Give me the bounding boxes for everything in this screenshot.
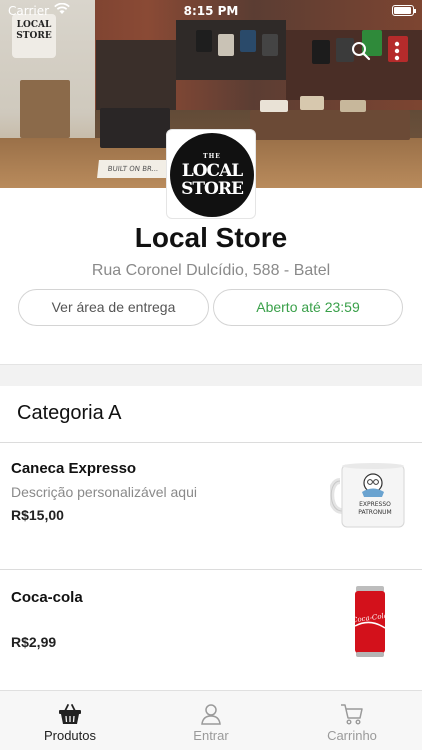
user-icon	[199, 703, 223, 725]
cover-banner: BUILT ON BR...	[97, 160, 169, 178]
logo-text-local: LOCAL	[181, 161, 243, 181]
search-button[interactable]	[348, 38, 374, 64]
store-logo: THE LOCAL STORE	[166, 129, 256, 219]
mug-print-line2: PATRONUM	[358, 509, 392, 516]
tab-bar: Produtos Entrar Carrinho	[0, 690, 422, 750]
cover-product	[340, 100, 366, 112]
tab-carrinho[interactable]: Carrinho	[282, 691, 422, 750]
product-item[interactable]: Coca-cola R$2,99 Coca-Cola	[0, 570, 422, 690]
product-name: Coca-cola	[11, 589, 83, 606]
logo-text-store: STORE	[181, 179, 244, 199]
soda-can-image: Coca-Cola	[352, 584, 388, 660]
cover-tshirt	[218, 34, 234, 56]
cover-shelf	[96, 40, 176, 110]
tab-produtos[interactable]: Produtos	[0, 691, 140, 750]
category-title: Categoria A	[17, 402, 122, 424]
tab-entrar[interactable]: Entrar	[141, 691, 281, 750]
opening-hours-badge[interactable]: Aberto até 23:59	[213, 289, 403, 326]
more-vertical-icon	[394, 41, 400, 61]
cover-tshirt	[196, 30, 212, 52]
cover-product	[300, 96, 324, 110]
product-description: Descrição personalizável aqui	[11, 484, 197, 500]
cover-tshirt	[262, 34, 278, 56]
tab-label: Carrinho	[327, 728, 377, 743]
battery-icon	[392, 5, 416, 16]
cover-counter	[100, 108, 170, 148]
cart-icon	[340, 703, 364, 725]
search-icon	[352, 42, 371, 61]
cover-table	[250, 110, 410, 140]
product-price: R$2,99	[11, 634, 57, 650]
store-name: Local Store	[134, 222, 288, 253]
status-bar: Carrier 8:15 PM	[0, 0, 422, 22]
logo-text-the: THE	[203, 153, 221, 160]
tab-label: Entrar	[193, 728, 229, 743]
cover-cabinet	[20, 80, 70, 138]
cover-tshirt	[312, 40, 330, 64]
mug-print-line1: EXPRESSO	[359, 501, 391, 508]
product-name: Caneca Expresso	[11, 460, 137, 477]
clock: 8:15 PM	[183, 4, 239, 18]
tab-label: Produtos	[43, 728, 97, 743]
section-divider	[0, 364, 422, 386]
basket-icon	[58, 703, 82, 725]
cover-tshirt	[240, 30, 256, 52]
product-price: R$15,00	[11, 507, 64, 523]
product-item[interactable]: Caneca Expresso Descrição personalizável…	[0, 443, 422, 569]
delivery-area-button[interactable]: Ver área de entrega	[18, 289, 209, 326]
cover-product	[260, 100, 288, 112]
more-options-button[interactable]	[384, 38, 410, 64]
store-logo-badge: THE LOCAL STORE	[170, 133, 254, 217]
mug-image: EXPRESSO PATRONUM	[328, 459, 410, 531]
store-address: Rua Coronel Dulcídio, 588 - Batel	[91, 262, 331, 279]
